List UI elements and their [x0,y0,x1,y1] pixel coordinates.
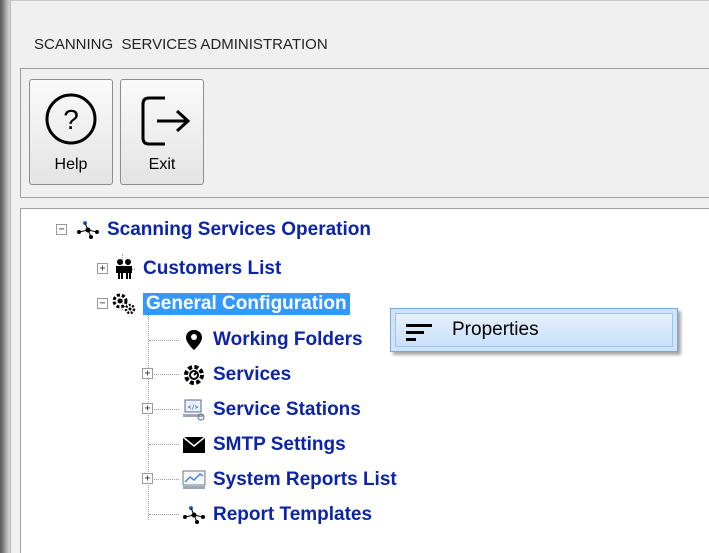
context-menu-item-label: Properties [452,319,539,340]
people-icon [111,258,137,280]
service-gear-icon [181,364,207,386]
context-menu-item-properties[interactable]: Properties [395,313,673,347]
properties-lines-icon [406,324,432,341]
tree-connector [149,340,179,341]
tree-node-label: Scanning Services Operation [107,219,371,240]
tree-node-label: General Configuration [143,293,350,315]
report-chart-icon [181,469,207,491]
tree-view[interactable]: − + − + + + Scanning Services Operation … [20,208,709,553]
tree-node-general-configuration[interactable]: General Configuration [111,292,350,316]
tree-node-label: Customers List [143,258,282,279]
tree-connector [149,479,179,480]
tree-node-label: Report Templates [213,504,373,525]
expand-toggle[interactable]: + [142,473,153,484]
toolbar: ? Help Exit [20,68,709,198]
workstation-icon: </> [181,399,207,421]
tree-node-label: System Reports List [213,469,397,490]
network-icon [181,504,207,526]
tree-connector [149,409,179,410]
location-pin-icon [181,329,207,351]
tree-connector [149,514,179,515]
help-icon: ? [45,93,97,145]
tree-connector [149,374,179,375]
tree-node-service-stations[interactable]: </> Service Stations [181,398,361,422]
tree-node-report-templates[interactable]: Report Templates [181,503,372,527]
tree-node-customers[interactable]: Customers List [111,257,281,281]
envelope-icon [181,434,207,456]
tree-node-root[interactable]: Scanning Services Operation [75,218,371,242]
svg-text:?: ? [63,104,79,135]
tree-node-label: SMTP Settings [213,434,346,455]
context-menu: Properties [390,308,678,352]
gears-icon [111,293,137,315]
window-title: SCANNING SERVICES ADMINISTRATION [34,36,328,53]
tree-node-smtp-settings[interactable]: SMTP Settings [181,433,346,457]
tree-connector [149,444,179,445]
network-icon [75,219,101,241]
collapse-toggle[interactable]: − [97,298,108,309]
expand-toggle[interactable]: + [97,263,108,274]
tree-node-working-folders[interactable]: Working Folders [181,328,363,352]
collapse-toggle[interactable]: − [56,224,67,235]
help-label: Help [54,156,88,173]
tree-node-label: Services [213,364,292,385]
exit-label: Exit [148,156,176,173]
exit-icon [141,96,191,146]
expand-toggle[interactable]: + [142,368,153,379]
expand-toggle[interactable]: + [142,403,153,414]
tree-node-label: Working Folders [213,329,363,350]
tree-node-system-reports-list[interactable]: System Reports List [181,468,397,492]
tree-node-label: Service Stations [213,399,361,420]
tree-node-services[interactable]: Services [181,363,291,387]
help-button[interactable]: ? Help [29,79,113,185]
svg-text:</>: </> [188,404,199,411]
window-shadow-edge [0,0,10,553]
exit-button[interactable]: Exit [120,79,204,185]
